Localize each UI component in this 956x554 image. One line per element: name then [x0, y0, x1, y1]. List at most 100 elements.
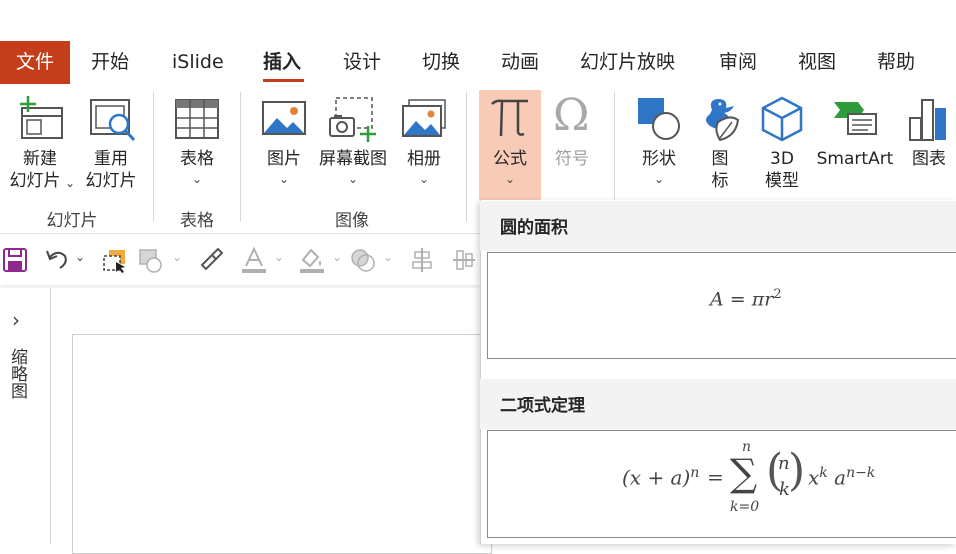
chart-icon [909, 99, 946, 141]
chevron-down-icon: ⌄ [505, 172, 516, 186]
formula-exp: 2 [773, 287, 782, 302]
icons-button[interactable]: 图 标 [696, 92, 744, 200]
chart-button[interactable]: 图表 [904, 92, 954, 200]
binomial-a: a [834, 465, 847, 490]
symbol-button[interactable]: Ω 符号 [545, 90, 599, 200]
chevron-down-icon[interactable]: ⌄ [75, 250, 85, 264]
menu-slideshow[interactable]: 幻灯片放映 [580, 41, 675, 84]
binomial-lhs-text: (x + a) [622, 465, 691, 490]
menu-help[interactable]: 帮助 [877, 41, 915, 84]
chevron-down-icon: ⌄ [348, 172, 359, 186]
icons-icon [706, 99, 740, 142]
icons-label-2: 标 [711, 171, 729, 191]
new-slide-label-1: 新建 [23, 149, 57, 169]
cube-icon [761, 96, 803, 142]
reuse-slide-label-1: 重用 [94, 149, 128, 169]
photo-album-icon [402, 99, 446, 137]
menu-home[interactable]: 开始 [91, 41, 129, 84]
new-slide-label-2: 幻灯片 [9, 171, 61, 191]
shapes-button[interactable]: 形状 ⌄ [632, 92, 686, 200]
menu-animations[interactable]: 动画 [501, 41, 539, 84]
ribbon-divider [153, 92, 154, 222]
menu-insert[interactable]: 插入 [263, 41, 301, 84]
new-slide-button[interactable]: 新建 幻灯片 ⌄ [2, 92, 78, 200]
binomial-lhs: (x + a)n [622, 465, 699, 490]
binomial-x-exp: k [819, 465, 828, 481]
chevron-down-icon[interactable]: ⌄ [274, 250, 284, 264]
save-icon[interactable] [2, 247, 28, 273]
equation-button[interactable]: 公式 ⌄ [479, 90, 541, 200]
ribbon-divider [466, 92, 467, 222]
omega-icon: Ω [553, 90, 590, 141]
chevron-down-icon[interactable]: ⌄ [332, 250, 342, 264]
formula-r: r [764, 288, 774, 311]
menu-review[interactable]: 审阅 [719, 41, 757, 84]
binomial-a-exp: n−k [846, 465, 876, 481]
group-label-slides: 幻灯片 [46, 211, 98, 231]
3d-models-label-2: 模型 [765, 171, 799, 191]
ribbon-divider [240, 92, 241, 222]
equation-item-binomial[interactable]: (x + a)n = n ∑ k=0 ( n k ) xk an−k [487, 430, 956, 538]
table-button[interactable]: 表格 ⌄ [168, 92, 226, 200]
chevron-down-icon[interactable]: ⌄ [172, 250, 182, 264]
pictures-button[interactable]: 图片 ⌄ [258, 92, 310, 200]
reuse-slide-button[interactable]: 重用 幻灯片 [82, 92, 142, 200]
menu-bar: 文件 开始 iSlide 插入 设计 切换 动画 幻灯片放映 审阅 视图 帮助 [0, 41, 956, 84]
photo-album-button[interactable]: 相册 ⌄ [398, 92, 450, 200]
reuse-slide-label-2: 幻灯片 [85, 171, 137, 191]
symbol-label: 符号 [555, 149, 589, 169]
formula-eq: = [729, 288, 746, 311]
shapes-label: 形状 [642, 149, 676, 169]
font-color-icon[interactable] [240, 246, 268, 274]
3d-models-button[interactable]: 3D 模型 [756, 92, 808, 200]
slide-canvas[interactable] [72, 334, 492, 554]
pictures-label: 图片 [267, 149, 301, 169]
table-label: 表格 [180, 149, 214, 169]
highlight-icon[interactable] [298, 246, 326, 274]
binom-paren-right: ) [788, 445, 806, 496]
menu-design[interactable]: 设计 [343, 41, 381, 84]
active-tab-underline [263, 79, 304, 82]
circle-area-formula: A = πr2 [710, 287, 782, 310]
new-slide-icon [20, 96, 63, 139]
screenshot-button[interactable]: 屏幕截图 ⌄ [316, 92, 390, 200]
expand-thumbnails-icon[interactable]: › [12, 308, 20, 332]
shape-fill-icon[interactable] [138, 248, 166, 274]
chevron-down-icon: ⌄ [654, 172, 665, 186]
menu-view[interactable]: 视图 [798, 41, 836, 84]
table-icon [175, 99, 219, 139]
formula-pi: π [751, 288, 765, 311]
smartart-button[interactable]: SmartArt [814, 92, 896, 200]
sum-icon: ∑ [730, 451, 758, 495]
binomial-x-term: xk an−k [808, 465, 875, 490]
group-label-tables: 表格 [180, 211, 214, 231]
smartart-icon [834, 102, 877, 135]
binomial-eq: = [707, 465, 724, 489]
chevron-down-icon: ⌄ [65, 176, 76, 190]
menu-file[interactable]: 文件 [0, 41, 70, 84]
reuse-slide-icon [90, 99, 136, 142]
screenshot-icon [329, 97, 376, 142]
select-objects-icon[interactable] [102, 248, 128, 274]
menu-islide[interactable]: iSlide [172, 41, 224, 84]
formula-var: A [710, 288, 724, 311]
section-title-binomial: 二项式定理 [500, 396, 585, 416]
merge-shapes-icon[interactable] [349, 247, 377, 273]
picture-icon [262, 101, 306, 135]
align-center-icon[interactable] [410, 247, 434, 273]
chevron-down-icon: ⌄ [192, 172, 203, 186]
group-label-images: 图像 [335, 211, 369, 231]
equation-label: 公式 [493, 149, 527, 169]
shapes-icon [638, 98, 680, 140]
pi-icon [491, 99, 528, 137]
chevron-down-icon[interactable]: ⌄ [383, 250, 393, 264]
icons-label-1: 图 [711, 149, 729, 169]
format-painter-icon[interactable] [198, 247, 224, 273]
undo-icon[interactable] [44, 247, 70, 273]
align-middle-icon[interactable] [452, 247, 476, 273]
menu-transitions[interactable]: 切换 [422, 41, 460, 84]
section-title-circle-area: 圆的面积 [500, 218, 568, 238]
equation-item-circle-area[interactable]: A = πr2 [487, 252, 956, 359]
screenshot-label: 屏幕截图 [319, 149, 387, 169]
smartart-label: SmartArt [816, 149, 894, 169]
